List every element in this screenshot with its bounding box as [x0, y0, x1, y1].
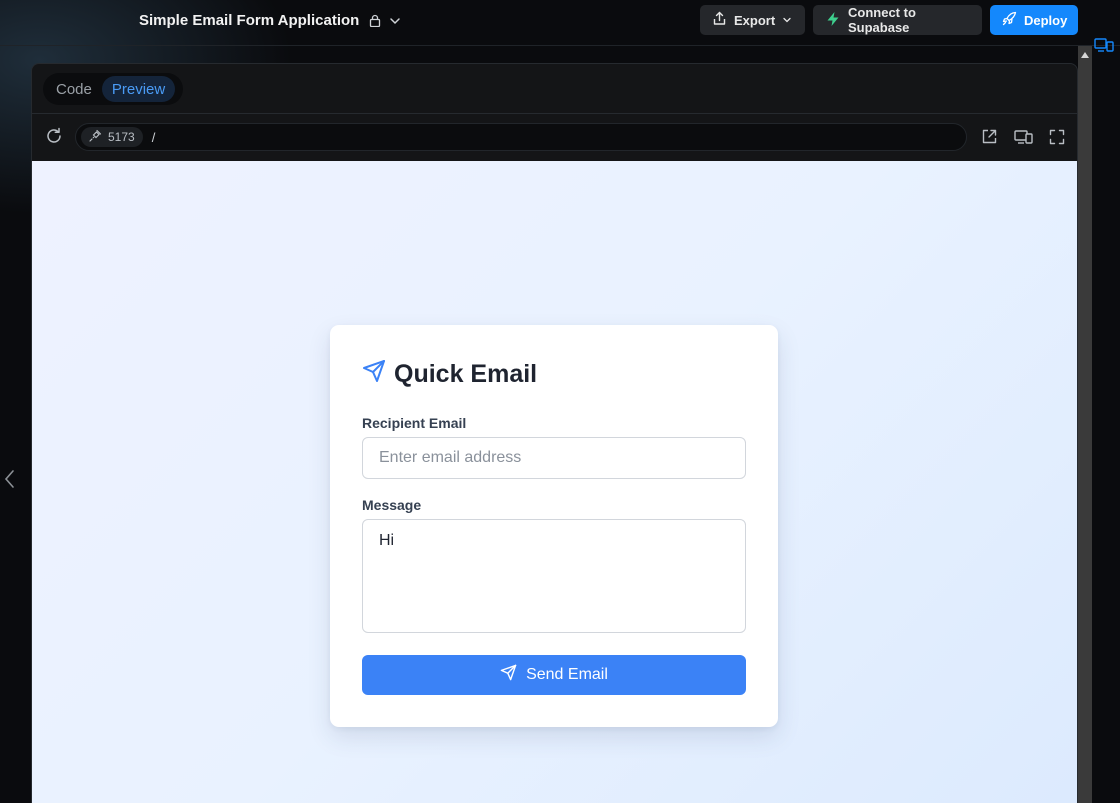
supabase-bolt-icon [825, 11, 841, 30]
url-path[interactable]: / [152, 130, 156, 145]
top-bar: Simple Email Form Application Export Con… [0, 0, 1120, 46]
deploy-button[interactable]: Deploy [990, 5, 1078, 35]
send-email-button[interactable]: Send Email [362, 655, 746, 695]
paper-plane-icon [500, 664, 517, 686]
chevron-down-icon [782, 13, 792, 28]
form-title-group: Quick Email [362, 359, 537, 390]
view-tabs-row: Code Preview [32, 64, 1077, 114]
device-panel-icon[interactable] [1094, 37, 1114, 58]
fullscreen-icon[interactable] [1049, 129, 1065, 150]
external-link-icon[interactable] [981, 128, 998, 150]
deploy-label: Deploy [1024, 12, 1068, 28]
plug-icon [89, 129, 102, 145]
scrollbar[interactable] [1078, 46, 1092, 803]
tab-preview[interactable]: Preview [101, 76, 176, 102]
recipient-email-input[interactable] [362, 437, 746, 479]
project-title[interactable]: Simple Email Form Application [139, 12, 359, 29]
message-textarea[interactable]: Hi [362, 519, 746, 633]
preview-actions [981, 128, 1065, 150]
message-label: Message [362, 497, 422, 513]
reload-icon[interactable] [45, 127, 63, 150]
chevron-down-icon[interactable] [389, 15, 401, 27]
device-toggle-icon[interactable] [1014, 129, 1033, 150]
workbench-panel: Code Preview 5173 / Quick Email Recipien… [31, 63, 1078, 803]
url-bar[interactable]: 5173 / [75, 123, 967, 151]
send-email-label: Send Email [526, 666, 608, 683]
paper-plane-icon [362, 359, 386, 390]
form-title: Quick Email [394, 360, 538, 388]
preview-frame: Quick Email Recipient Email Message Hi S… [32, 161, 1077, 803]
supabase-label: Connect to Supabase [848, 5, 916, 35]
collapse-sidebar-icon[interactable] [3, 469, 15, 494]
email-form-card: Quick Email Recipient Email Message Hi S… [330, 325, 778, 727]
connect-supabase-button[interactable]: Connect to Supabase [813, 5, 982, 35]
preview-toolbar: 5173 / [32, 114, 1077, 161]
view-toggle: Code Preview [43, 73, 183, 105]
lock-icon[interactable] [369, 14, 381, 27]
port-selector[interactable]: 5173 [81, 127, 143, 147]
export-button[interactable]: Export [700, 5, 805, 35]
tab-code[interactable]: Code [46, 76, 102, 102]
project-title-group: Simple Email Form Application [139, 12, 401, 29]
rocket-icon [1002, 11, 1017, 29]
scroll-up-arrow-icon[interactable] [1081, 52, 1089, 58]
export-label: Export [734, 12, 776, 28]
port-number: 5173 [108, 130, 135, 144]
recipient-email-label: Recipient Email [362, 415, 467, 431]
share-icon [712, 11, 727, 29]
